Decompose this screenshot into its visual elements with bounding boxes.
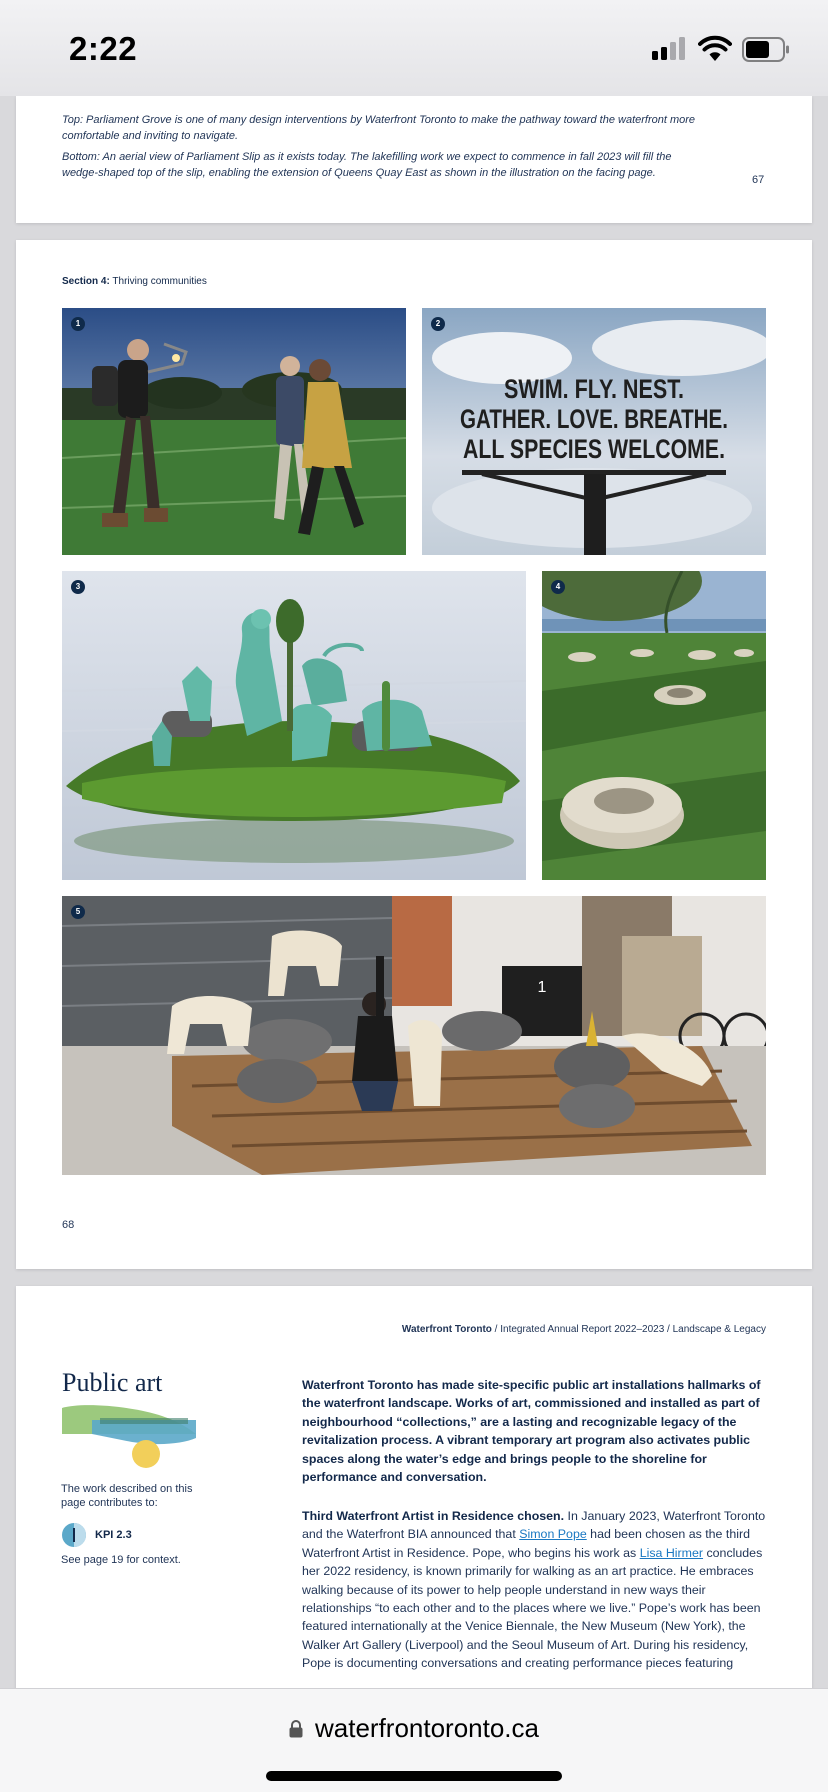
page-number: 67 <box>752 174 765 186</box>
page-number: 68 <box>62 1219 75 1231</box>
clock: 2:22 <box>69 30 138 67</box>
kpi-label: KPI 2.3 <box>95 1529 132 1541</box>
kpi-badge[interactable]: KPI 2.3 <box>61 1520 132 1550</box>
crate-label: 1 <box>538 979 547 996</box>
photo-number-badge: 1 <box>71 317 85 331</box>
caption-bottom: Bottom: An aerial view of Parliament Sli… <box>62 151 672 179</box>
photo-number-badge: 5 <box>71 905 85 919</box>
page-67: Top: Parliament Grove is one of many des… <box>16 96 812 223</box>
green-animal-sculpture-island-photo: 3 <box>62 571 526 880</box>
caption-top: Top: Parliament Grove is one of many des… <box>62 114 696 142</box>
page-68: Section 4: Thriving communities 1 SWIM. … <box>16 240 812 1269</box>
sculpture-workshop-photo: 1 5 <box>62 896 766 1175</box>
url-domain: waterfrontoronto.ca <box>314 1713 539 1743</box>
sign-line-1: SWIM. FLY. NEST. <box>504 374 684 404</box>
lisa-hirmer-link[interactable]: Lisa Hirmer <box>640 1546 703 1560</box>
contributes-text: The work described on this page contribu… <box>61 1483 193 1509</box>
kpi-icon <box>62 1523 86 1547</box>
home-indicator[interactable] <box>266 1771 562 1781</box>
section-label: Section 4: Thriving communities <box>62 276 207 287</box>
browser-url-bar[interactable]: waterfrontoronto.ca <box>0 1688 828 1792</box>
cellular-signal-icon <box>652 36 686 60</box>
sign-text: SWIM. FLY. NEST. GATHER. LOVE. BREATHE. … <box>460 374 728 464</box>
page-69: Waterfront Toronto / Integrated Annual R… <box>16 1286 812 1706</box>
photo-number-badge: 2 <box>431 317 445 331</box>
page-title: Public art <box>62 1368 163 1397</box>
simon-pope-link[interactable]: Simon Pope <box>519 1527 587 1541</box>
battery-icon <box>742 37 789 62</box>
lock-icon <box>289 1720 303 1738</box>
lead-paragraph: Waterfront Toronto has made site-specifi… <box>302 1378 761 1485</box>
see-page-text: See page 19 for context. <box>61 1554 181 1566</box>
running-head: Waterfront Toronto / Integrated Annual R… <box>401 1324 766 1335</box>
performer-with-camera-rig-photo: 1 <box>62 308 406 555</box>
stone-seats-park-photo: 4 <box>542 571 766 880</box>
wifi-icon <box>698 35 732 61</box>
body-heading: Third Waterfront Artist in Residence cho… <box>302 1509 565 1523</box>
status-bar: 2:22 <box>0 0 828 96</box>
sign-line-3: ALL SPECIES WELCOME. <box>463 434 725 464</box>
swim-fly-nest-sign-photo: SWIM. FLY. NEST. GATHER. LOVE. BREATHE. … <box>422 308 766 555</box>
svg-text:1: 1 <box>538 979 547 996</box>
sign-line-2: GATHER. LOVE. BREATHE. <box>460 404 728 434</box>
public-art-graphic <box>62 1405 196 1468</box>
body-paragraph: Third Waterfront Artist in Residence cho… <box>302 1509 766 1671</box>
photo-number-badge: 4 <box>551 580 565 594</box>
photo-number-badge: 3 <box>71 580 85 594</box>
url-display[interactable]: waterfrontoronto.ca <box>0 1713 828 1744</box>
